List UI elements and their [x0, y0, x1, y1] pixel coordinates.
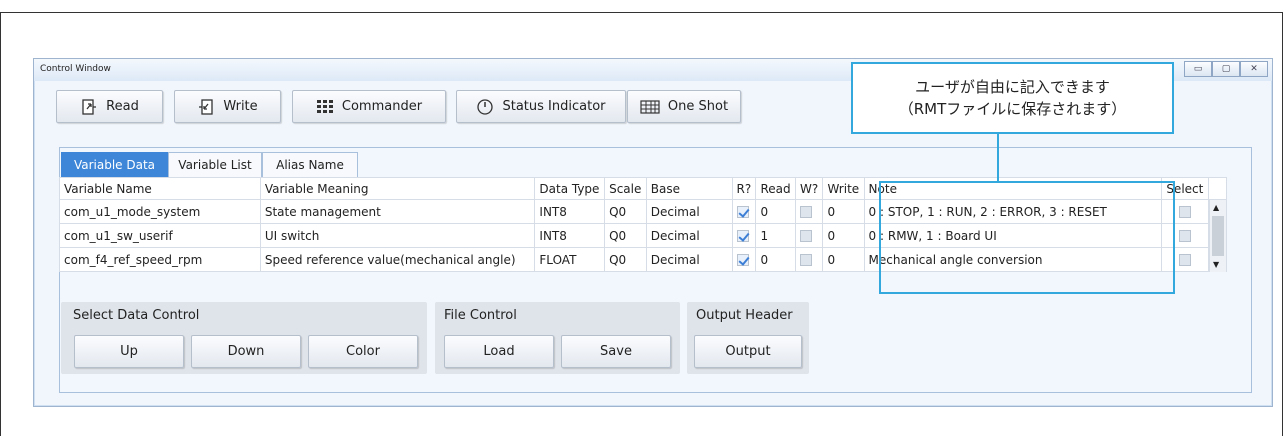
base-cell: Decimal: [645, 223, 733, 248]
scale-cell: Q0: [604, 247, 647, 272]
variable-name-cell: com_u1_mode_system: [59, 199, 261, 224]
table-header-row: Variable Name Variable Meaning Data Type…: [59, 177, 1228, 200]
one-shot-button[interactable]: One Shot: [627, 90, 741, 123]
select-check-icon[interactable]: [1179, 254, 1192, 266]
close-icon[interactable]: ✕: [1240, 61, 1268, 77]
one-shot-label: One Shot: [667, 99, 729, 114]
header-scale[interactable]: Scale: [604, 177, 647, 200]
write-label: Write: [223, 99, 258, 114]
variable-meaning-cell: State management: [259, 199, 536, 224]
data-type-cell: INT8: [534, 223, 606, 248]
color-button[interactable]: Color: [308, 335, 418, 368]
down-button[interactable]: Down: [191, 335, 301, 368]
commander-icon: [316, 99, 333, 113]
variable-name-cell: com_u1_sw_userif: [59, 223, 261, 248]
variable-name-cell: com_f4_ref_speed_rpm: [59, 247, 261, 272]
header-read[interactable]: Read: [755, 177, 796, 200]
select-checkbox: [1161, 247, 1209, 272]
output-button[interactable]: Output: [694, 335, 802, 368]
note-cell[interactable]: Mechanical angle conversion: [863, 247, 1163, 272]
note-cell[interactable]: 0 : STOP, 1 : RUN, 2 : ERROR, 3 : RESET: [863, 199, 1163, 224]
commander-button[interactable]: Commander: [292, 90, 446, 123]
select-checkbox: [1161, 223, 1209, 248]
save-button[interactable]: Save: [561, 335, 671, 368]
header-r[interactable]: R?: [731, 177, 757, 200]
w-check-icon[interactable]: [800, 206, 812, 218]
table-row[interactable]: com_u1_sw_userif UI switch INT8 Q0 Decimal 1 0…: [59, 223, 1228, 248]
tab-variable-data[interactable]: Variable Data: [61, 152, 168, 177]
header-select[interactable]: Select: [1161, 177, 1209, 200]
scroll-up-icon[interactable]: ▲: [1213, 203, 1219, 212]
variable-table: Variable Name Variable Meaning Data Type…: [59, 177, 1228, 272]
gauge-icon: [477, 98, 494, 115]
w-checkbox: [794, 199, 824, 224]
callout-line-2: （RMTファイルに保存されます）: [898, 100, 1127, 118]
read-label: Read: [106, 99, 139, 114]
write-value-cell[interactable]: 0: [822, 247, 865, 272]
variable-meaning-cell: UI switch: [259, 223, 536, 248]
header-variable-name[interactable]: Variable Name: [59, 177, 261, 200]
r-checkbox: [731, 247, 757, 272]
data-type-cell: INT8: [534, 199, 606, 224]
up-button[interactable]: Up: [74, 335, 184, 368]
commander-label: Commander: [341, 99, 423, 114]
read-icon: [82, 98, 97, 115]
scale-cell: Q0: [604, 223, 647, 248]
header-data-type[interactable]: Data Type: [534, 177, 606, 200]
header-write[interactable]: Write: [822, 177, 865, 200]
header-base[interactable]: Base: [645, 177, 733, 200]
w-checkbox: [794, 247, 824, 272]
tab-alias-name[interactable]: Alias Name: [262, 152, 358, 177]
status-indicator-button[interactable]: Status Indicator: [456, 90, 626, 123]
header-w[interactable]: W?: [794, 177, 824, 200]
base-cell: Decimal: [645, 199, 733, 224]
write-button[interactable]: Write: [174, 90, 281, 123]
scale-cell: Q0: [604, 199, 647, 224]
r-check-icon[interactable]: [736, 254, 749, 266]
read-value-cell: 0: [755, 199, 796, 224]
tab-variable-list[interactable]: Variable List: [168, 152, 262, 177]
select-check-icon[interactable]: [1179, 206, 1192, 218]
load-button[interactable]: Load: [444, 335, 554, 368]
table-icon: [640, 99, 660, 114]
read-value-cell: 1: [755, 223, 796, 248]
table-row[interactable]: com_f4_ref_speed_rpm Speed reference valu…: [59, 247, 1228, 272]
file-control-title: File Control: [444, 308, 517, 323]
table-scrollbar[interactable]: ▲ ▼: [1209, 200, 1226, 272]
w-checkbox: [794, 223, 824, 248]
scroll-down-icon[interactable]: ▼: [1213, 260, 1219, 269]
select-check-icon[interactable]: [1179, 230, 1192, 242]
callout-connector: [997, 133, 999, 181]
data-type-cell: FLOAT: [534, 247, 606, 272]
maximize-icon[interactable]: ▢: [1212, 61, 1240, 77]
scroll-thumb[interactable]: [1212, 216, 1224, 256]
r-check-icon[interactable]: [736, 230, 749, 242]
callout-line-1: ユーザが自由に記入できます: [915, 78, 1110, 96]
table-row[interactable]: com_u1_mode_system State management INT8 Q0…: [59, 199, 1228, 224]
r-checkbox: [731, 199, 757, 224]
r-checkbox: [731, 223, 757, 248]
variable-meaning-cell: Speed reference value(mechanical angle): [259, 247, 536, 272]
write-value-cell[interactable]: 0: [822, 223, 865, 248]
w-check-icon[interactable]: [800, 254, 812, 266]
note-cell[interactable]: 0 : RMW, 1 : Board UI: [863, 223, 1163, 248]
w-check-icon[interactable]: [800, 230, 812, 242]
write-value-cell[interactable]: 0: [822, 199, 865, 224]
output-header-title: Output Header: [696, 308, 793, 323]
window-title: Control Window: [40, 64, 111, 74]
minimize-icon[interactable]: ▭: [1184, 61, 1212, 77]
read-value-cell: 0: [755, 247, 796, 272]
note-callout: ユーザが自由に記入できます （RMTファイルに保存されます）: [851, 62, 1174, 134]
header-spacer: [1207, 177, 1228, 200]
select-checkbox: [1161, 199, 1209, 224]
write-icon: [199, 98, 213, 115]
read-button[interactable]: Read: [56, 90, 163, 123]
r-check-icon[interactable]: [736, 206, 749, 218]
status-indicator-label: Status Indicator: [502, 99, 606, 114]
base-cell: Decimal: [645, 247, 733, 272]
header-note[interactable]: Note: [863, 177, 1163, 200]
select-data-control-title: Select Data Control: [73, 308, 200, 323]
header-variable-meaning[interactable]: Variable Meaning: [259, 177, 536, 200]
